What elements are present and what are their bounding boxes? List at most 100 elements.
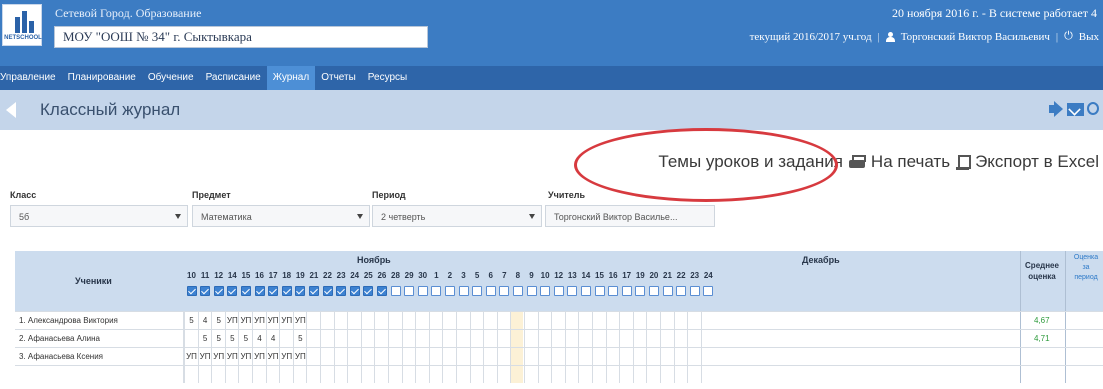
day-checkbox[interactable] (363, 286, 374, 296)
nav-item-management[interactable]: Управление (0, 66, 62, 90)
grade-cell[interactable]: 5 (239, 334, 252, 343)
period-filter-select[interactable]: 2 четверть (372, 205, 542, 227)
announcement-icon[interactable] (1047, 101, 1064, 117)
export-excel-link[interactable]: Экспорт в Excel (975, 152, 1099, 172)
day-checkbox[interactable] (594, 286, 605, 296)
day-checkbox[interactable] (472, 286, 483, 296)
print-link[interactable]: На печать (871, 152, 950, 172)
grade-cell[interactable]: 5 (199, 334, 212, 343)
grade-cell[interactable]: УП (280, 352, 293, 361)
day-checkbox[interactable] (336, 286, 347, 296)
day-checkbox[interactable] (186, 286, 197, 296)
day-checkbox[interactable] (295, 286, 306, 296)
nav-item-reports[interactable]: Отчеты (315, 66, 362, 90)
grade-cell[interactable]: 5 (294, 334, 307, 343)
grade-cell[interactable]: УП (294, 316, 307, 325)
journal-header-bg (15, 251, 1103, 311)
day-checkbox[interactable] (662, 286, 673, 296)
grade-cell[interactable]: 5 (212, 334, 225, 343)
power-icon[interactable]: ⏻ (1064, 30, 1073, 43)
student-name[interactable]: 2. Афанасьева Алина (19, 334, 100, 343)
grade-cell[interactable]: УП (267, 352, 280, 361)
nav-item-education[interactable]: Обучение (142, 66, 200, 90)
subject-filter-select[interactable]: Математика (192, 205, 370, 227)
day-checkbox[interactable] (689, 286, 700, 296)
day-checkbox[interactable] (200, 286, 211, 296)
day-header: 12 (214, 271, 224, 280)
grade-cell[interactable]: 4 (267, 334, 280, 343)
day-checkbox[interactable] (703, 286, 714, 296)
nav-item-resources[interactable]: Ресурсы (362, 66, 413, 90)
day-checkbox[interactable] (526, 286, 537, 296)
grade-cell[interactable]: УП (185, 352, 198, 361)
day-checkbox[interactable] (540, 286, 551, 296)
day-checkbox[interactable] (499, 286, 510, 296)
day-checkbox[interactable] (621, 286, 632, 296)
teacher-filter-select[interactable]: Торгонский Виктор Васильe... (545, 205, 715, 227)
students-header: Ученики (75, 276, 112, 286)
student-name[interactable]: 1. Александрова Виктория (19, 316, 118, 325)
day-checkbox[interactable] (635, 286, 646, 296)
day-checkbox[interactable] (417, 286, 428, 296)
export-icon[interactable] (956, 154, 972, 170)
nav-item-planning[interactable]: Планирование (62, 66, 142, 90)
day-checkbox[interactable] (308, 286, 319, 296)
day-checkbox[interactable] (676, 286, 687, 296)
day-checkbox[interactable] (580, 286, 591, 296)
day-checkbox[interactable] (485, 286, 496, 296)
day-checkbox[interactable] (254, 286, 265, 296)
current-year-link[interactable]: текущий 2016/2017 уч.год (750, 31, 872, 43)
printer-icon[interactable] (848, 155, 866, 169)
row-line (15, 329, 1103, 330)
grade-cell[interactable]: 4 (199, 316, 212, 325)
day-checkbox[interactable] (349, 286, 360, 296)
day-checkbox[interactable] (512, 286, 523, 296)
day-checkbox[interactable] (608, 286, 619, 296)
grade-cell[interactable]: 5 (226, 334, 239, 343)
day-checkbox[interactable] (404, 286, 415, 296)
grade-cell[interactable]: 4 (253, 334, 266, 343)
day-checkbox[interactable] (227, 286, 238, 296)
page-title-bar: Классный журнал (0, 90, 1103, 130)
day-checkbox[interactable] (322, 286, 333, 296)
day-checkbox[interactable] (648, 286, 659, 296)
grade-cell[interactable]: УП (226, 316, 239, 325)
user-name-link[interactable]: Торгонский Виктор Васильевич (901, 31, 1050, 43)
grade-cell[interactable]: УП (253, 352, 266, 361)
day-header: 16 (608, 271, 618, 280)
grade-cell[interactable]: УП (267, 316, 280, 325)
grade-cell[interactable]: УП (199, 352, 212, 361)
mail-icon[interactable] (1067, 103, 1084, 116)
grade-cell[interactable]: УП (280, 316, 293, 325)
period-grade-header[interactable]: Оценка за период (1066, 253, 1103, 283)
date-status: 20 ноября 2016 г. - В системе работает 4 (891, 6, 1097, 20)
day-checkbox[interactable] (458, 286, 469, 296)
grade-cell[interactable]: 5 (212, 316, 225, 325)
netschool-logo[interactable]: NETSCHOOL (2, 4, 42, 46)
grade-cell[interactable]: УП (239, 316, 252, 325)
grade-cell[interactable]: УП (226, 352, 239, 361)
day-checkbox[interactable] (268, 286, 279, 296)
day-checkbox[interactable] (213, 286, 224, 296)
day-checkbox[interactable] (281, 286, 292, 296)
student-name[interactable]: 3. Афанасьева Ксения (19, 352, 103, 361)
grade-cell[interactable]: УП (212, 352, 225, 361)
back-arrow-icon[interactable] (6, 102, 16, 118)
day-checkbox[interactable] (390, 286, 401, 296)
nav-item-journal[interactable]: Журнал (266, 66, 316, 90)
day-checkbox[interactable] (431, 286, 442, 296)
nav-item-schedule[interactable]: Расписание (200, 66, 267, 90)
day-checkbox[interactable] (553, 286, 564, 296)
class-filter-select[interactable]: 5б (10, 205, 188, 227)
day-checkbox[interactable] (567, 286, 578, 296)
day-checkbox[interactable] (376, 286, 387, 296)
day-checkbox[interactable] (240, 286, 251, 296)
exit-link[interactable]: Вых (1079, 31, 1099, 43)
school-select[interactable]: МОУ "ООШ № 34" г. Сыктывкара (54, 26, 428, 48)
grade-cell[interactable]: 5 (185, 316, 198, 325)
grade-cell[interactable]: УП (294, 352, 307, 361)
day-checkbox[interactable] (444, 286, 455, 296)
grade-cell[interactable]: УП (253, 316, 266, 325)
chat-icon[interactable] (1087, 102, 1099, 115)
grade-cell[interactable]: УП (239, 352, 252, 361)
